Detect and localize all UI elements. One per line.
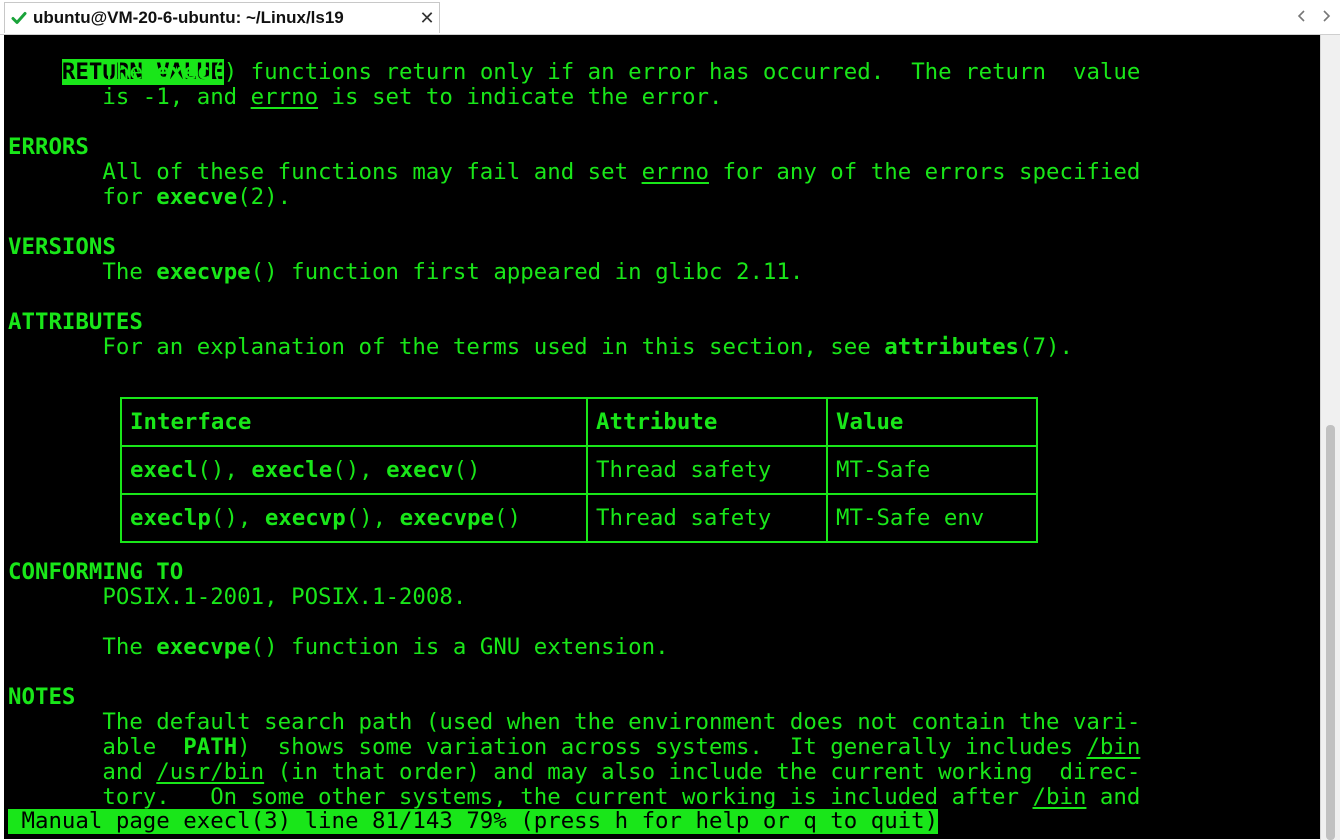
- text-line: The exec() functions return only if an e…: [8, 59, 1141, 85]
- table-cell-interface: execlp(), execvp(), execvpe(): [120, 493, 588, 543]
- section-heading-attributes: ATTRIBUTES: [8, 309, 143, 335]
- table-row: execl(), execle(), execv() Thread safety…: [120, 445, 1038, 495]
- table-header-cell: Interface: [120, 397, 588, 447]
- tab-navigation: [1296, 8, 1332, 24]
- section-heading-errors: ERRORS: [8, 134, 89, 160]
- table-cell-interface: execl(), execle(), execv(): [120, 445, 588, 495]
- section-heading-versions: VERSIONS: [8, 234, 116, 260]
- text-line: for execve(2).: [8, 184, 292, 210]
- close-icon[interactable]: ✕: [415, 8, 439, 29]
- vertical-scrollbar[interactable]: [1320, 35, 1340, 840]
- tab-bar: ubuntu@VM-20-6-ubuntu: ~/Linux/ls19 ✕: [0, 0, 1340, 35]
- text-line: For an explanation of the terms used in …: [8, 334, 1073, 360]
- section-heading-conforming-to: CONFORMING TO: [8, 559, 184, 585]
- attributes-table: Interface Attribute Value execl(), execl…: [120, 397, 1038, 543]
- text-line: All of these functions may fail and set …: [8, 159, 1141, 185]
- table-cell-attribute: Thread safety: [586, 493, 828, 543]
- terminal-output[interactable]: RETURN VALUE The exec() functions return…: [4, 35, 1320, 839]
- scrollbar-thumb[interactable]: [1326, 425, 1335, 840]
- table-cell-value: MT-Safe: [826, 445, 1038, 495]
- chevron-right-icon[interactable]: [1322, 8, 1332, 24]
- text-line: The execvpe() function is a GNU extensio…: [8, 634, 669, 660]
- text-line: The execvpe() function first appeared in…: [8, 259, 804, 285]
- table-cell-attribute: Thread safety: [586, 445, 828, 495]
- text-line: is -1, and errno is set to indicate the …: [8, 84, 723, 110]
- table-row: execlp(), execvp(), execvpe() Thread saf…: [120, 493, 1038, 543]
- chevron-left-icon[interactable]: [1296, 8, 1306, 24]
- check-icon: [11, 12, 27, 24]
- text-line: and /usr/bin (in that order) and may als…: [8, 759, 1141, 785]
- section-heading-notes: NOTES: [8, 684, 76, 710]
- text-line: POSIX.1-2001, POSIX.1-2008.: [8, 584, 467, 610]
- table-header-row: Interface Attribute Value: [120, 397, 1038, 447]
- text-line: The default search path (used when the e…: [8, 709, 1141, 735]
- tab-title: ubuntu@VM-20-6-ubuntu: ~/Linux/ls19: [33, 8, 344, 27]
- table-header-cell: Value: [826, 397, 1038, 447]
- pager-status-line: Manual page execl(3) line 81/143 79% (pr…: [8, 808, 939, 834]
- text-line: able PATH) shows some variation across s…: [8, 734, 1141, 760]
- table-header-cell: Attribute: [586, 397, 828, 447]
- text-line: tory. On some other systems, the current…: [8, 784, 1141, 810]
- section-heading-return-value: RETURN VALUE: [61, 59, 224, 85]
- tab-terminal-session[interactable]: ubuntu@VM-20-6-ubuntu: ~/Linux/ls19 ✕: [4, 2, 440, 33]
- table-cell-value: MT-Safe env: [826, 493, 1038, 543]
